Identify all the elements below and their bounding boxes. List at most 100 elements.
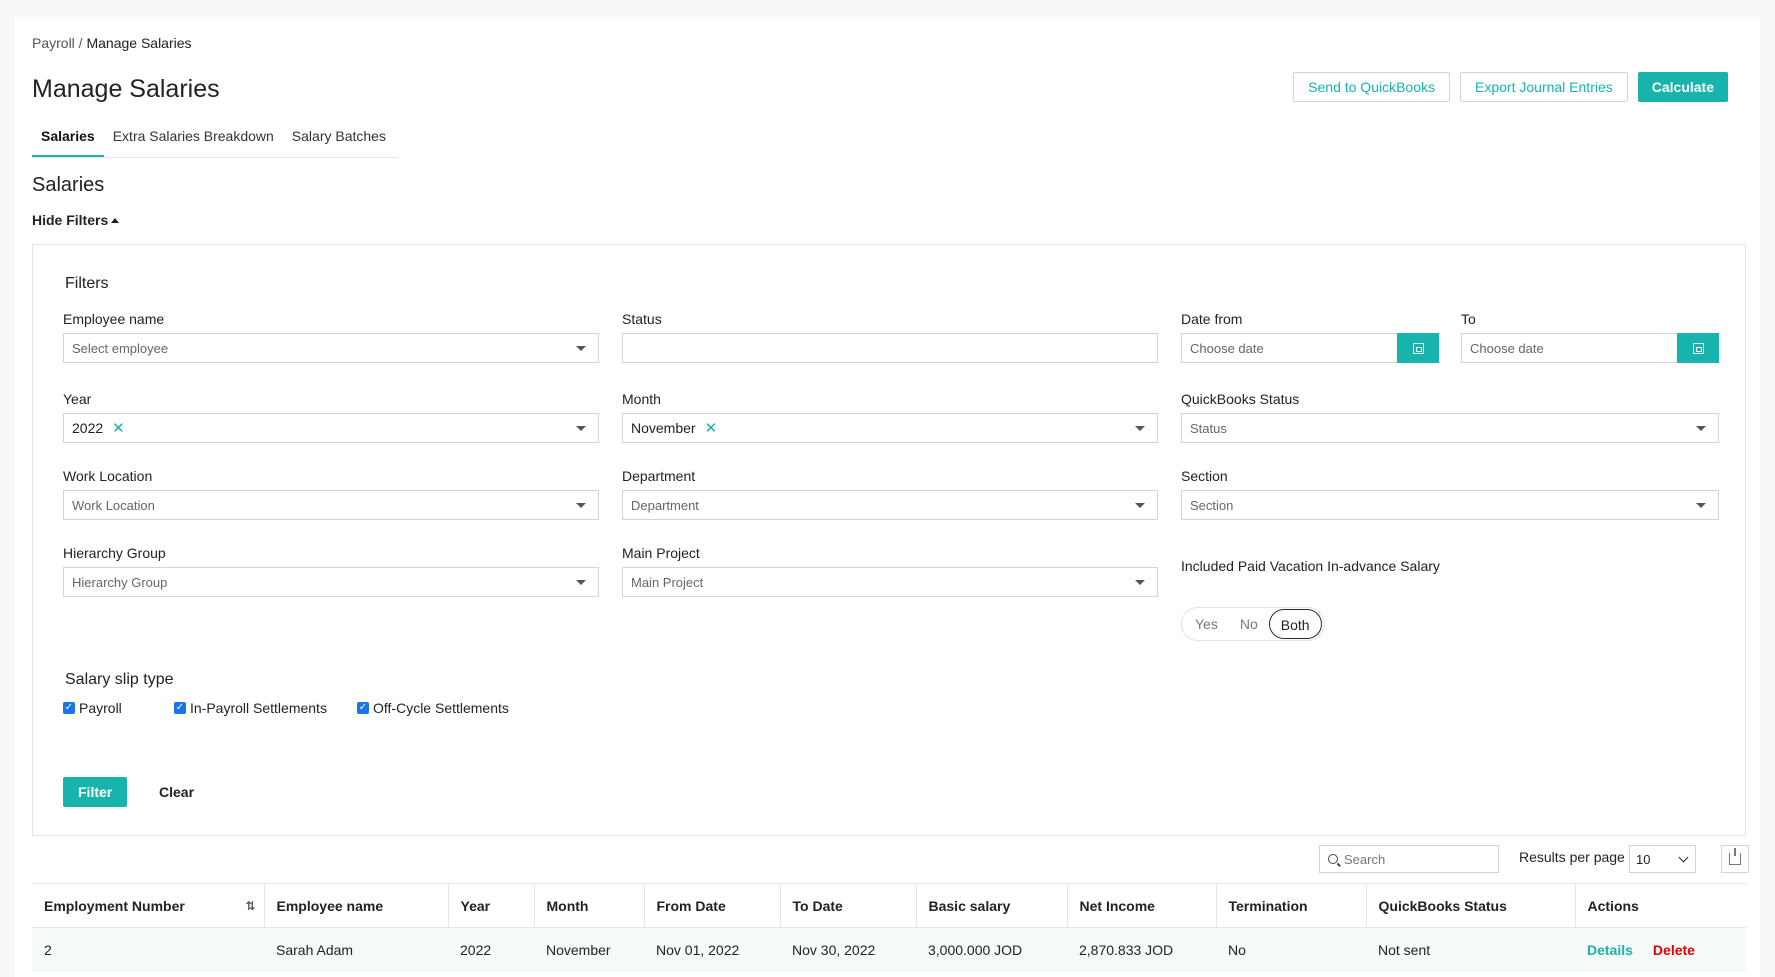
- date-from-label: Date from: [1181, 311, 1243, 327]
- section-label: Section: [1181, 468, 1228, 484]
- hierarchy-group-select[interactable]: Hierarchy Group: [63, 567, 599, 597]
- col-actions: Actions: [1575, 883, 1746, 928]
- year-select[interactable]: 2022 ✕: [63, 413, 599, 443]
- table-row: 2 Sarah Adam 2022 November Nov 01, 2022 …: [32, 927, 1746, 972]
- col-employment-number[interactable]: Employment Number ⇅: [32, 883, 265, 928]
- chevron-down-icon: [1135, 580, 1145, 585]
- sort-icon[interactable]: ⇅: [245, 899, 255, 913]
- chevron-down-icon: [1696, 426, 1706, 431]
- date-from-calendar-button[interactable]: [1397, 333, 1439, 363]
- employee-select[interactable]: Select employee: [63, 333, 599, 363]
- tab-bar: Salaries Extra Salaries Breakdown Salary…: [32, 120, 397, 158]
- chevron-down-icon: [1135, 426, 1145, 431]
- cell-to-date: Nov 30, 2022: [780, 927, 916, 972]
- col-basic-salary[interactable]: Basic salary: [916, 883, 1068, 928]
- cell-employment-number: 2: [32, 927, 264, 972]
- month-select[interactable]: November ✕: [622, 413, 1158, 443]
- in-payroll-settlements-checkbox[interactable]: ✓ In-Payroll Settlements: [174, 700, 327, 716]
- calculate-button[interactable]: Calculate: [1637, 72, 1728, 102]
- col-net-income[interactable]: Net Income: [1067, 883, 1217, 928]
- hide-filters-toggle[interactable]: Hide Filters: [32, 212, 120, 228]
- section-select[interactable]: Section: [1181, 490, 1719, 520]
- paid-vacation-both[interactable]: Both: [1268, 609, 1322, 639]
- off-cycle-settlements-checkbox[interactable]: ✓ Off-Cycle Settlements: [357, 700, 509, 716]
- breadcrumb-current: Manage Salaries: [86, 35, 192, 51]
- date-to-calendar-button[interactable]: [1677, 333, 1719, 363]
- work-location-label: Work Location: [63, 468, 153, 484]
- calendar-icon: [1412, 342, 1424, 354]
- breadcrumb-parent[interactable]: Payroll: [32, 35, 75, 51]
- calendar-icon: [1692, 342, 1704, 354]
- status-label: Status: [622, 311, 662, 327]
- quickbooks-status-select[interactable]: Status: [1181, 413, 1719, 443]
- close-icon[interactable]: ✕: [112, 419, 125, 437]
- table-header-row: Employment Number ⇅ Employee name Year Mo…: [32, 883, 1746, 928]
- month-label: Month: [622, 391, 661, 407]
- chevron-down-icon: [576, 426, 586, 431]
- chevron-down-icon: [576, 580, 586, 585]
- tab-extra-salaries-breakdown[interactable]: Extra Salaries Breakdown: [104, 120, 283, 157]
- col-month[interactable]: Month: [534, 883, 645, 928]
- close-icon[interactable]: ✕: [705, 419, 718, 437]
- department-label: Department: [622, 468, 696, 484]
- date-to-input[interactable]: Choose date: [1461, 333, 1719, 363]
- department-select[interactable]: Department: [622, 490, 1158, 520]
- clear-button[interactable]: Clear: [159, 784, 194, 800]
- main-card: Payroll / Manage Salaries Manage Salarie…: [15, 17, 1760, 977]
- checkbox-checked-icon: ✓: [63, 702, 75, 714]
- paid-vacation-toggle: Yes No Both: [1181, 607, 1325, 641]
- cell-year: 2022: [448, 927, 534, 972]
- search-input[interactable]: Search: [1319, 845, 1499, 873]
- cell-employee-name: Sarah Adam: [264, 927, 448, 972]
- section-title: Salaries: [32, 174, 105, 196]
- results-per-page-select[interactable]: 10: [1629, 845, 1696, 873]
- payroll-checkbox[interactable]: ✓ Payroll: [63, 700, 122, 716]
- employee-name-label: Employee name: [63, 311, 165, 327]
- col-from-date[interactable]: From Date: [644, 883, 781, 928]
- export-icon: [1729, 848, 1741, 865]
- results-per-page-label: Results per page: [1519, 849, 1625, 865]
- chevron-down-icon: [1135, 503, 1145, 508]
- date-to-label: To: [1461, 311, 1476, 327]
- work-location-select[interactable]: Work Location: [63, 490, 599, 520]
- col-quickbooks-status[interactable]: QuickBooks Status: [1366, 883, 1576, 928]
- cell-month: November: [534, 927, 644, 972]
- date-from-input[interactable]: Choose date: [1181, 333, 1439, 363]
- checkbox-checked-icon: ✓: [357, 702, 369, 714]
- cell-termination: No: [1216, 927, 1366, 972]
- export-journal-entries-button[interactable]: Export Journal Entries: [1460, 72, 1628, 102]
- main-project-label: Main Project: [622, 545, 700, 561]
- page-actions: Send to QuickBooks Export Journal Entrie…: [1293, 72, 1728, 102]
- send-to-quickbooks-button[interactable]: Send to QuickBooks: [1293, 72, 1451, 102]
- details-link[interactable]: Details: [1587, 942, 1633, 958]
- checkbox-checked-icon: ✓: [174, 702, 186, 714]
- col-year[interactable]: Year: [448, 883, 535, 928]
- export-button[interactable]: [1721, 845, 1749, 873]
- chevron-down-icon: [576, 346, 586, 351]
- paid-vacation-no[interactable]: No: [1229, 609, 1269, 639]
- cell-from-date: Nov 01, 2022: [644, 927, 780, 972]
- tab-salaries[interactable]: Salaries: [32, 120, 104, 157]
- col-termination[interactable]: Termination: [1216, 883, 1367, 928]
- chevron-down-icon: [1696, 503, 1706, 508]
- quickbooks-status-label: QuickBooks Status: [1181, 391, 1300, 407]
- cell-basic-salary: 3,000.000 JOD: [916, 927, 1067, 972]
- main-project-select[interactable]: Main Project: [622, 567, 1158, 597]
- year-label: Year: [63, 391, 92, 407]
- filters-panel: Filters Employee name Select employee St…: [32, 244, 1746, 836]
- filter-button[interactable]: Filter: [63, 777, 128, 807]
- col-employee-name[interactable]: Employee name: [264, 883, 449, 928]
- chevron-down-icon: [1678, 852, 1689, 863]
- salaries-table: Employment Number ⇅ Employee name Year Mo…: [32, 883, 1746, 972]
- paid-vacation-label: Included Paid Vacation In-advance Salary: [1181, 558, 1440, 574]
- paid-vacation-yes[interactable]: Yes: [1184, 609, 1229, 639]
- cell-net-income: 2,870.833 JOD: [1067, 927, 1216, 972]
- status-input[interactable]: [622, 333, 1158, 363]
- delete-link[interactable]: Delete: [1653, 942, 1695, 958]
- caret-up-icon: [111, 218, 120, 223]
- tab-salary-batches[interactable]: Salary Batches: [283, 120, 395, 157]
- col-to-date[interactable]: To Date: [780, 883, 917, 928]
- cell-actions: Details Delete: [1575, 927, 1746, 972]
- hierarchy-group-label: Hierarchy Group: [63, 545, 166, 561]
- filters-title: Filters: [65, 275, 109, 292]
